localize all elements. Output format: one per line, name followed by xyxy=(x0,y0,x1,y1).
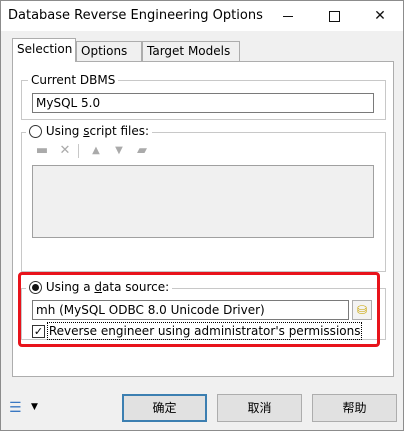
data-source-field[interactable]: mh (MySQL ODBC 8.0 Unicode Driver) xyxy=(32,300,349,320)
minimize-icon xyxy=(283,15,293,17)
delete-icon[interactable]: ✕ xyxy=(57,143,73,159)
minimize-button[interactable] xyxy=(265,1,311,31)
selection-panel: Current DBMS MySQL 5.0 Using script file… xyxy=(12,61,394,377)
script-files-radio[interactable] xyxy=(29,125,42,138)
close-icon: ✕ xyxy=(374,8,386,24)
data-source-browse-button[interactable]: ⛁ xyxy=(352,300,372,320)
cancel-button[interactable]: 取消 xyxy=(217,394,302,422)
data-source-radio[interactable] xyxy=(29,281,42,294)
move-down-icon[interactable]: ▼ xyxy=(111,143,127,159)
admin-permissions-row[interactable]: ✓ Reverse engineer using administrator's… xyxy=(32,322,363,340)
maximize-button[interactable] xyxy=(311,1,357,31)
tab-selection[interactable]: Selection xyxy=(12,38,76,62)
script-files-legend[interactable]: Using script files: xyxy=(26,124,153,138)
options-menu-icon[interactable]: ☰ xyxy=(9,400,22,416)
current-dbms-field[interactable]: MySQL 5.0 xyxy=(32,93,374,113)
close-button[interactable]: ✕ xyxy=(357,1,403,31)
data-source-legend[interactable]: Using a data source: xyxy=(26,280,173,294)
add-file-icon[interactable]: ▬ xyxy=(34,143,50,159)
tab-options[interactable]: Options xyxy=(76,41,142,61)
ok-button[interactable]: 确定 xyxy=(122,394,207,422)
maximize-icon xyxy=(328,10,340,22)
edit-icon[interactable]: ▰ xyxy=(134,143,150,159)
admin-permissions-label: Reverse engineer using administrator's p… xyxy=(46,322,363,340)
tab-target-models[interactable]: Target Models xyxy=(142,41,240,61)
title-bar: Database Reverse Engineering Options ✕ xyxy=(1,1,403,31)
data-source-label: Using a data source: xyxy=(45,280,170,294)
chevron-down-icon[interactable]: ▼ xyxy=(31,402,38,412)
admin-permissions-checkbox[interactable]: ✓ xyxy=(32,325,45,338)
toolbar-separator xyxy=(78,144,79,158)
window-title: Database Reverse Engineering Options xyxy=(8,8,263,23)
script-toolbar: ▬ ✕ ▲ ▼ ▰ xyxy=(34,143,164,159)
move-up-icon[interactable]: ▲ xyxy=(88,143,104,159)
current-dbms-legend: Current DBMS xyxy=(28,73,119,87)
help-button[interactable]: 帮助 xyxy=(312,394,397,422)
script-files-label: Using script files: xyxy=(45,124,150,138)
script-files-list[interactable] xyxy=(32,165,374,238)
database-connect-icon: ⛁ xyxy=(356,303,368,317)
dialog-window: Database Reverse Engineering Options ✕ S… xyxy=(0,0,404,431)
